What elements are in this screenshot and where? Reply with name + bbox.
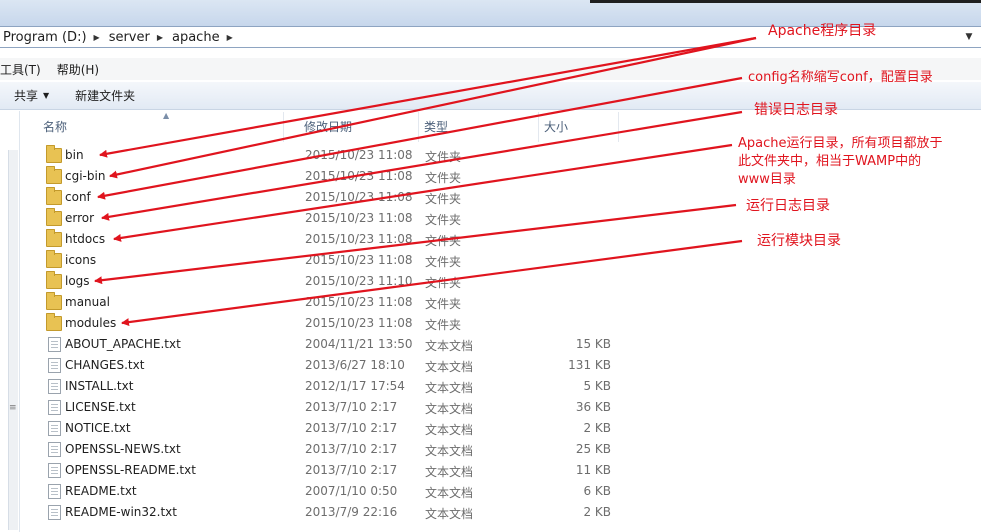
- arrow-error: [101, 110, 743, 221]
- annotation-bin: Apache程序目录: [768, 23, 877, 39]
- arrow-htdocs: [113, 143, 733, 242]
- annotation-error: 错误日志目录: [754, 102, 838, 118]
- annotation-conf: config名称缩写conf，配置目录: [748, 70, 933, 85]
- arrow-bin: [99, 36, 757, 158]
- arrow-modules: [121, 239, 743, 327]
- annotation-htdocs-2: 此文件夹中，相当于WAMP中的: [738, 154, 922, 169]
- annotation-htdocs-1: Apache运行目录，所有项目都放于: [738, 136, 943, 151]
- annotation-logs: 运行日志目录: [746, 198, 830, 214]
- arrow-logs: [94, 203, 737, 285]
- explorer-window: Program (D:) ▶ server ▶ apache ▶ ▼ 工具(T)…: [0, 0, 981, 532]
- annotation-htdocs-3: www目录: [738, 172, 796, 187]
- annotation-modules: 运行模块目录: [757, 233, 841, 249]
